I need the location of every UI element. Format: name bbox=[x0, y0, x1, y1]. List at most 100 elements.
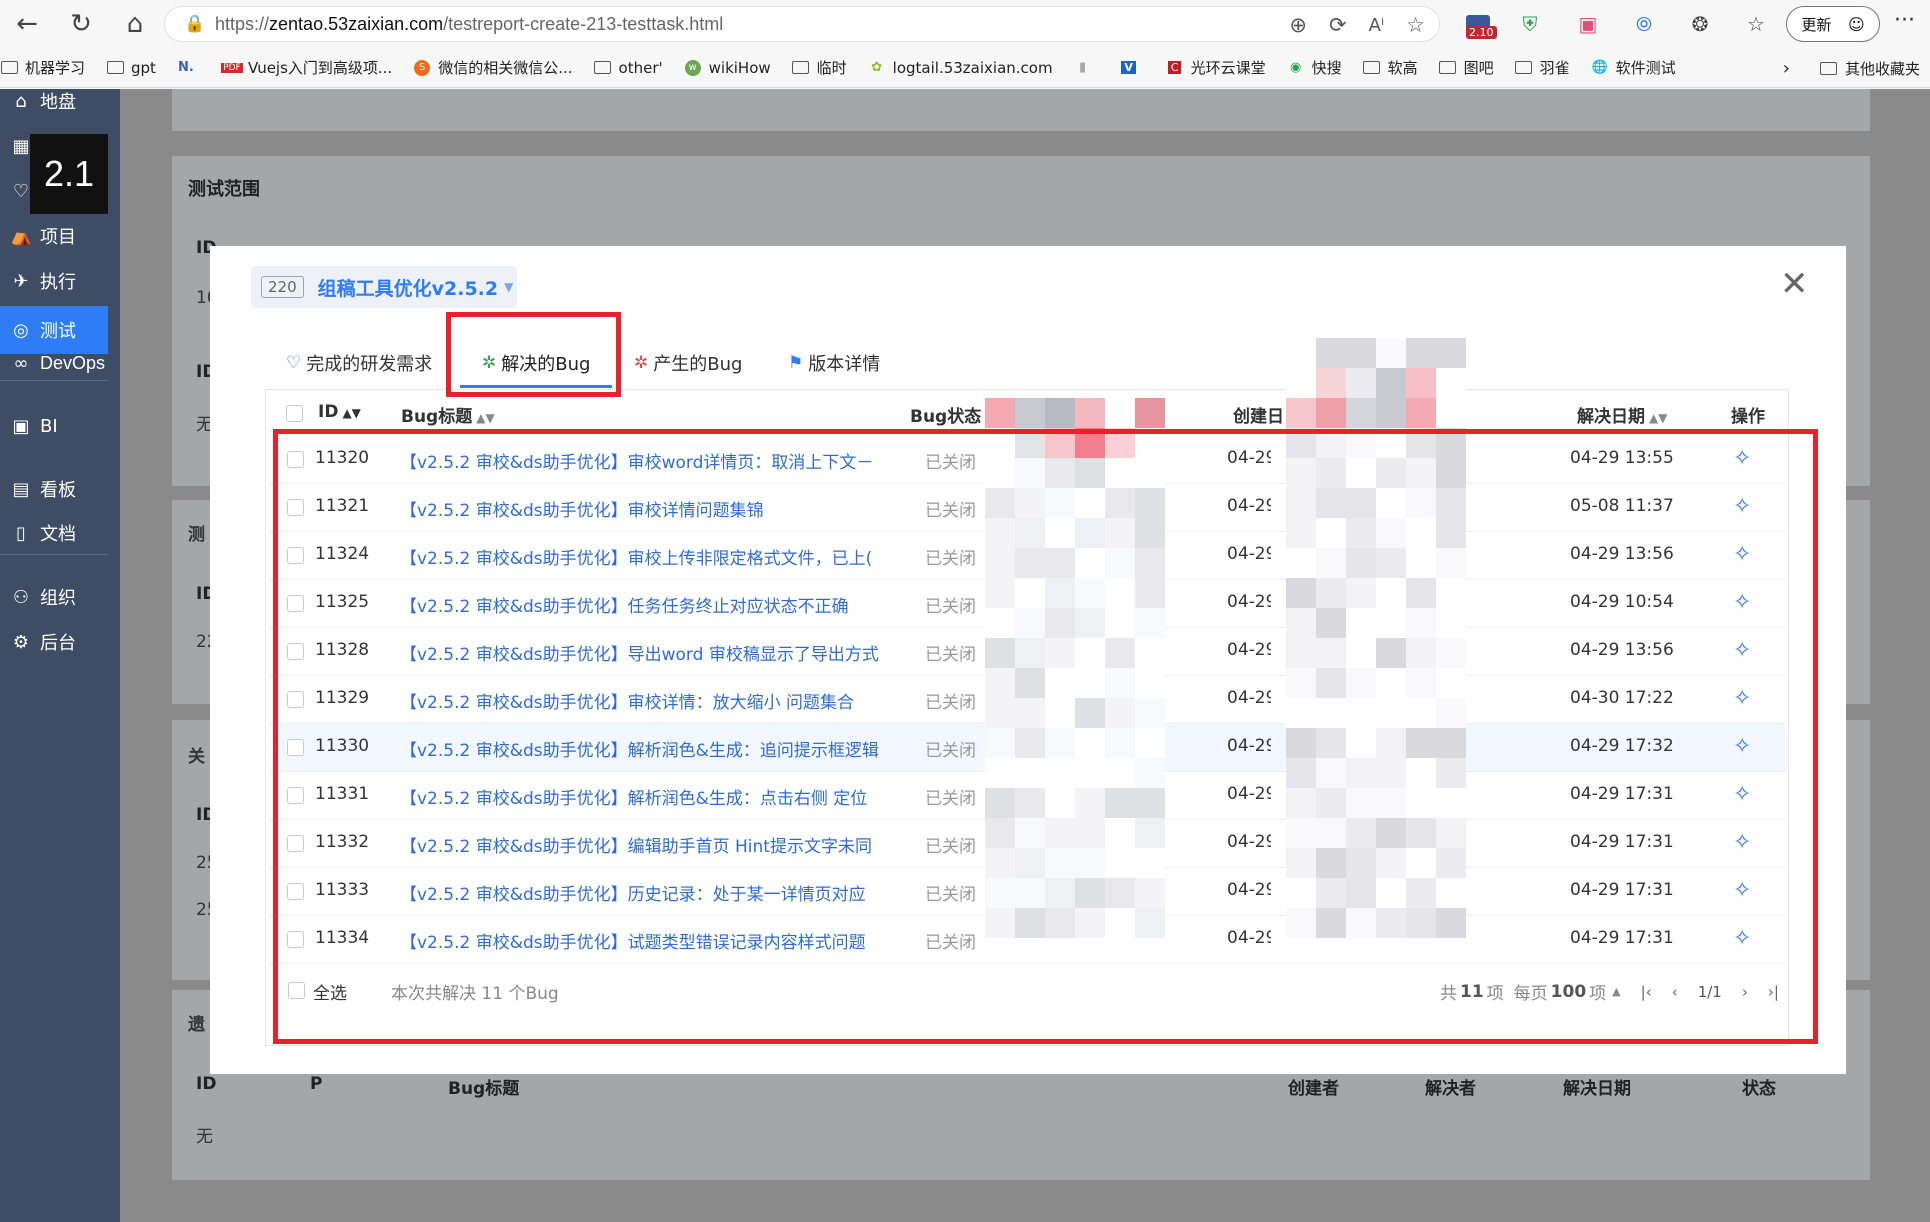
version-badge: 2.1 bbox=[30, 134, 108, 214]
bookmark-item[interactable]: 图吧 bbox=[1439, 57, 1494, 78]
bookmark-item[interactable]: 临时 bbox=[792, 57, 847, 78]
zoom-icon[interactable]: ⊕ bbox=[1289, 13, 1307, 37]
sidebar-item-label: 文档 bbox=[40, 524, 76, 545]
bookmark-label: 临时 bbox=[816, 59, 847, 77]
mosaic-tile bbox=[1406, 338, 1436, 368]
col-id[interactable]: ID ▲▼ bbox=[318, 402, 361, 422]
mosaic-tile bbox=[1316, 368, 1346, 398]
sort-icon: ▲▼ bbox=[476, 411, 495, 425]
mosaic-tile bbox=[1286, 398, 1316, 428]
sidebar-item-org[interactable]: ⚇ 组织 bbox=[0, 573, 108, 621]
build-name: 组稿工具优化v2.5.2 bbox=[317, 277, 499, 300]
mosaic-tile bbox=[1436, 398, 1466, 428]
home-icon[interactable]: ⌂ bbox=[108, 0, 162, 48]
sidebar-divider bbox=[0, 554, 108, 555]
favorite-star-icon[interactable]: ☆ bbox=[1406, 13, 1425, 37]
bookmark-item[interactable]: 🌐 软件测试 bbox=[1591, 57, 1676, 78]
col-resolved-date[interactable]: 解决日期 ▲▼ bbox=[1577, 402, 1667, 427]
bookmark-item[interactable]: S 微信的相关微信公... bbox=[413, 57, 573, 78]
translate-extension-icon[interactable]: ▣ bbox=[1572, 8, 1604, 40]
mosaic-tile bbox=[1316, 338, 1346, 368]
header-checkbox[interactable] bbox=[286, 405, 303, 422]
doc-icon: ▯ bbox=[16, 522, 26, 544]
bookmark-label: 其他收藏夹 bbox=[1844, 59, 1920, 78]
build-selector[interactable]: 220 组稿工具优化v2.5.2 ▼ bbox=[251, 266, 517, 308]
extension-icon[interactable]: 2.10 bbox=[1462, 8, 1497, 40]
section-title-scope: 测试范围 bbox=[188, 179, 260, 200]
mosaic-tile bbox=[1075, 398, 1105, 428]
mosaic-tile bbox=[1135, 398, 1165, 428]
bookmark-item[interactable]: 羽雀 bbox=[1515, 57, 1570, 78]
folder-icon bbox=[1820, 60, 1838, 76]
bg-col-bug-title: Bug标题 bbox=[448, 1079, 520, 1099]
bookmark-item[interactable]: ✿ logtail.53zaixian.com bbox=[868, 59, 1052, 77]
favorites-icon[interactable]: ☆ bbox=[1740, 8, 1772, 40]
devops-icon: ∞ bbox=[13, 352, 29, 374]
product-icon: ♡ bbox=[12, 180, 30, 202]
url-text[interactable]: https://zentao.53zaixian.com/testreport-… bbox=[215, 14, 723, 35]
sidebar-item-label: 后台 bbox=[40, 633, 76, 654]
sidebar-item-doc[interactable]: ▯ 文档 bbox=[0, 509, 108, 557]
mosaic-tile bbox=[1406, 398, 1436, 428]
col-created[interactable]: 创建日 bbox=[1233, 402, 1284, 427]
bookmark-other-folder[interactable]: 其他收藏夹 bbox=[1820, 58, 1920, 79]
close-icon[interactable]: ✕ bbox=[1780, 264, 1809, 304]
document-icon: ▮ bbox=[1079, 60, 1087, 75]
sidebar-item-kanban[interactable]: ▤ 看板 bbox=[0, 465, 108, 513]
sidebar-item-admin[interactable]: ⚙ 后台 bbox=[0, 618, 108, 666]
bookmark-item[interactable]: gpt bbox=[106, 59, 156, 77]
reload-icon[interactable]: ↻ bbox=[54, 0, 108, 48]
folder-icon bbox=[1515, 60, 1533, 76]
admin-icon: ⚙ bbox=[12, 631, 30, 653]
bookmark-item[interactable]: w wikiHow bbox=[684, 59, 771, 77]
bookmark-item[interactable]: C 光环云课堂 bbox=[1166, 57, 1266, 78]
mosaic-tile bbox=[1286, 368, 1316, 398]
back-icon[interactable]: ← bbox=[0, 0, 54, 48]
tab-build-details[interactable]: ⚑ 版本详情 bbox=[788, 350, 880, 376]
sidebar-item-bi[interactable]: ▣ BI bbox=[0, 402, 108, 450]
bookmark-label: 软件测试 bbox=[1615, 59, 1676, 77]
bookmark-label: 微信的相关微信公... bbox=[438, 59, 573, 77]
bookmark-item[interactable]: 机器学习 bbox=[0, 57, 85, 78]
bookmark-item[interactable]: ◉ 快搜 bbox=[1287, 57, 1342, 78]
more-menu-icon[interactable]: ··· bbox=[1894, 8, 1915, 33]
bookmark-item[interactable]: 软高 bbox=[1363, 57, 1418, 78]
compass-extension-icon[interactable]: ⦾ bbox=[1628, 8, 1660, 40]
bookmarks-overflow-icon[interactable]: › bbox=[1783, 58, 1790, 79]
sidebar-item-label: 执行 bbox=[40, 272, 76, 293]
mosaic-tile bbox=[1376, 368, 1406, 398]
col-status[interactable]: Bug状态 bbox=[910, 402, 981, 427]
bg-none: 无 bbox=[196, 1127, 213, 1147]
tab-generated-bugs[interactable]: ✲ 产生的Bug bbox=[634, 350, 742, 376]
bookmark-label: 机器学习 bbox=[25, 59, 86, 77]
bookmark-item[interactable]: V bbox=[1120, 60, 1145, 76]
card-top bbox=[172, 89, 1870, 131]
my-icon: ⌂ bbox=[15, 90, 27, 112]
address-bar[interactable]: 🔒 https://zentao.53zaixian.com/testrepor… bbox=[164, 6, 1440, 42]
bg-frag: 关 bbox=[188, 747, 205, 767]
mosaic-tile bbox=[1436, 368, 1466, 398]
col-title[interactable]: Bug标题 ▲▼ bbox=[401, 402, 495, 427]
sidebar-item-project[interactable]: ⛺ 项目 bbox=[0, 212, 108, 260]
shield-extension-icon[interactable]: ⛨ bbox=[1514, 8, 1546, 40]
sidebar-item-execution[interactable]: ✈ 执行 bbox=[0, 257, 108, 305]
execution-icon: ✈ bbox=[13, 270, 29, 292]
org-icon: ⚇ bbox=[12, 586, 30, 608]
update-button[interactable]: 更新 ☺ bbox=[1786, 6, 1880, 42]
bookmark-item[interactable]: ▮ bbox=[1074, 60, 1099, 76]
folder-icon bbox=[1363, 60, 1381, 76]
mosaic-tile bbox=[1376, 338, 1406, 368]
bookmark-item[interactable]: PDF Vuejs入门到高级项... bbox=[221, 57, 392, 78]
translate-icon[interactable]: ⟳ bbox=[1329, 13, 1347, 37]
tab-label: 完成的研发需求 bbox=[306, 354, 433, 375]
bookmark-label: 软高 bbox=[1387, 59, 1418, 77]
sidebar-item-my[interactable]: ⌂ 地盘 bbox=[0, 77, 108, 125]
tab-finished-stories[interactable]: ♡ 完成的研发需求 bbox=[286, 350, 432, 376]
sidebar-item-label: 地盘 bbox=[40, 92, 76, 113]
bookmark-item[interactable]: other' bbox=[594, 59, 663, 77]
sidebar-divider bbox=[0, 380, 108, 381]
bookmark-item[interactable]: N. bbox=[177, 60, 202, 76]
read-aloud-icon[interactable]: Aⁱ bbox=[1369, 15, 1385, 36]
globe-icon: 🌐 bbox=[1591, 60, 1608, 75]
extensions-puzzle-icon[interactable]: ❂ bbox=[1684, 8, 1716, 40]
